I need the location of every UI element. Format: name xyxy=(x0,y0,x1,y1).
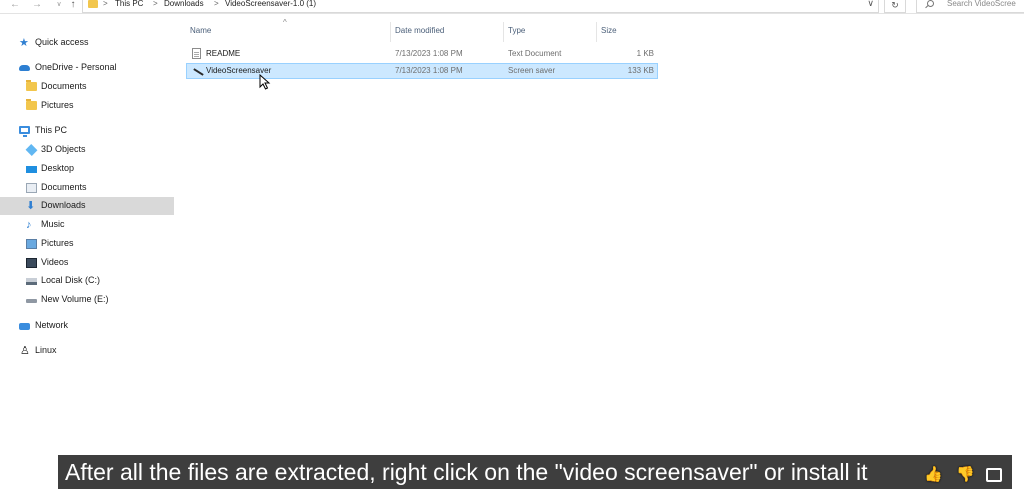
sidebar-item-label: Pictures xyxy=(41,238,74,248)
file-date-modified: 7/13/2023 1:08 PM xyxy=(395,49,463,58)
disk-icon xyxy=(26,278,37,285)
sidebar-item-local-disk-c[interactable]: Local Disk (C:) xyxy=(0,272,174,290)
sidebar-item-3d-objects[interactable]: 3D Objects xyxy=(0,141,174,159)
sidebar-item-desktop[interactable]: Desktop xyxy=(0,160,174,178)
breadcrumb-separator: > xyxy=(214,0,219,8)
sidebar-item-onedrive-pictures[interactable]: Pictures xyxy=(0,97,174,115)
search-placeholder: Search VideoScree xyxy=(947,0,1016,8)
sidebar-item-linux[interactable]: ♙ Linux xyxy=(0,342,174,360)
sidebar-item-label: Documents xyxy=(41,182,87,192)
sidebar-item-onedrive-documents[interactable]: Documents xyxy=(0,78,174,96)
file-size: 1 KB xyxy=(636,49,654,58)
breadcrumb-separator: > xyxy=(103,0,108,8)
network-icon xyxy=(19,323,30,330)
address-bar-row: ← → ∨ ↑ > This PC > Downloads > VideoScr… xyxy=(0,0,1024,14)
sidebar-item-downloads[interactable]: ⬇ Downloads xyxy=(0,197,174,215)
thumbs-down-icon[interactable]: 👎 xyxy=(956,466,975,484)
video-caption: After all the files are extracted, right… xyxy=(58,455,1012,489)
back-button[interactable]: ← xyxy=(8,0,22,12)
column-header-type[interactable]: Type xyxy=(504,22,597,42)
navigation-pane: ★ Quick access OneDrive - Personal Docum… xyxy=(0,30,174,375)
thumbs-up-icon[interactable]: 👍 xyxy=(924,466,943,484)
search-icon xyxy=(927,0,934,7)
file-row-videoscreensaver[interactable]: VideoScreensaver 7/13/2023 1:08 PM Scree… xyxy=(186,63,658,79)
text-document-icon xyxy=(192,48,201,59)
video-overlay-actions: 👍 👎 xyxy=(920,460,1024,490)
cube-icon xyxy=(25,144,38,156)
sidebar-item-label: Network xyxy=(35,320,69,330)
breadcrumb-current-folder[interactable]: VideoScreensaver-1.0 (1) xyxy=(225,0,316,8)
column-header-date-modified[interactable]: Date modified xyxy=(391,22,504,42)
up-button[interactable]: ↑ xyxy=(66,0,80,12)
column-header-name[interactable]: Name xyxy=(186,22,391,42)
file-row-readme[interactable]: README 7/13/2023 1:08 PM Text Document 1… xyxy=(186,46,658,62)
folder-icon xyxy=(88,0,98,8)
star-icon: ★ xyxy=(19,37,29,49)
linux-penguin-icon: ♙ xyxy=(20,345,30,357)
sidebar-item-label: Videos xyxy=(41,257,69,267)
sidebar-item-videos[interactable]: Videos xyxy=(0,254,174,272)
sidebar-item-quick-access[interactable]: ★ Quick access xyxy=(0,34,174,52)
search-input[interactable]: Search VideoScree xyxy=(916,0,1024,13)
sidebar-item-onedrive[interactable]: OneDrive - Personal xyxy=(0,59,174,77)
sidebar-item-documents[interactable]: Documents xyxy=(0,179,174,197)
sidebar-item-label: 3D Objects xyxy=(41,144,86,154)
sidebar-item-this-pc[interactable]: This PC xyxy=(0,122,174,140)
file-type: Text Document xyxy=(508,49,562,58)
sidebar-item-label: Quick access xyxy=(35,37,89,47)
sidebar-item-music[interactable]: ♪ Music xyxy=(0,216,174,234)
documents-icon xyxy=(26,183,37,193)
address-field[interactable]: > This PC > Downloads > VideoScreensaver… xyxy=(82,0,879,13)
sidebar-item-network[interactable]: Network xyxy=(0,317,174,335)
column-header-size[interactable]: Size xyxy=(597,22,658,42)
sidebar-item-label: Pictures xyxy=(41,100,74,110)
sidebar-item-label: Music xyxy=(41,219,65,229)
sidebar-item-label: Downloads xyxy=(41,200,86,210)
sidebar-item-label: OneDrive - Personal xyxy=(35,62,117,72)
file-name: README xyxy=(206,49,241,58)
screensaver-icon xyxy=(193,68,204,76)
cloud-icon xyxy=(19,65,30,71)
sidebar-item-label: Linux xyxy=(35,345,57,355)
sidebar-item-label: Documents xyxy=(41,81,87,91)
sidebar-item-label: New Volume (E:) xyxy=(41,294,109,304)
desktop-icon xyxy=(26,166,37,173)
breadcrumb-separator: > xyxy=(153,0,158,8)
folder-icon xyxy=(26,80,37,91)
music-note-icon: ♪ xyxy=(26,219,32,231)
folder-icon xyxy=(26,99,37,110)
sidebar-item-new-volume-e[interactable]: New Volume (E:) xyxy=(0,291,174,309)
sidebar-item-label: Local Disk (C:) xyxy=(41,275,101,285)
forward-button[interactable]: → xyxy=(30,0,44,12)
computer-icon xyxy=(19,126,30,137)
videos-icon xyxy=(26,258,37,268)
file-size: 133 KB xyxy=(627,66,654,75)
sidebar-item-label: Desktop xyxy=(41,163,75,173)
refresh-button[interactable]: ↻ xyxy=(884,0,906,13)
file-type: Screen saver xyxy=(508,66,556,75)
download-icon: ⬇ xyxy=(26,200,36,212)
breadcrumb-this-pc[interactable]: This PC xyxy=(115,0,143,8)
file-list: ^ Name Date modified Type Size README 7/… xyxy=(186,18,658,82)
recent-locations-button[interactable]: ∨ xyxy=(52,0,66,12)
comment-icon[interactable] xyxy=(986,468,1002,482)
breadcrumb-downloads[interactable]: Downloads xyxy=(164,0,204,8)
sidebar-item-label: This PC xyxy=(35,125,68,135)
drive-icon xyxy=(26,299,37,303)
chevron-down-icon[interactable]: ∨ xyxy=(867,0,874,9)
mouse-pointer-icon xyxy=(259,74,271,90)
pictures-icon xyxy=(26,239,37,249)
file-date-modified: 7/13/2023 1:08 PM xyxy=(395,66,463,75)
sidebar-item-pictures[interactable]: Pictures xyxy=(0,235,174,253)
